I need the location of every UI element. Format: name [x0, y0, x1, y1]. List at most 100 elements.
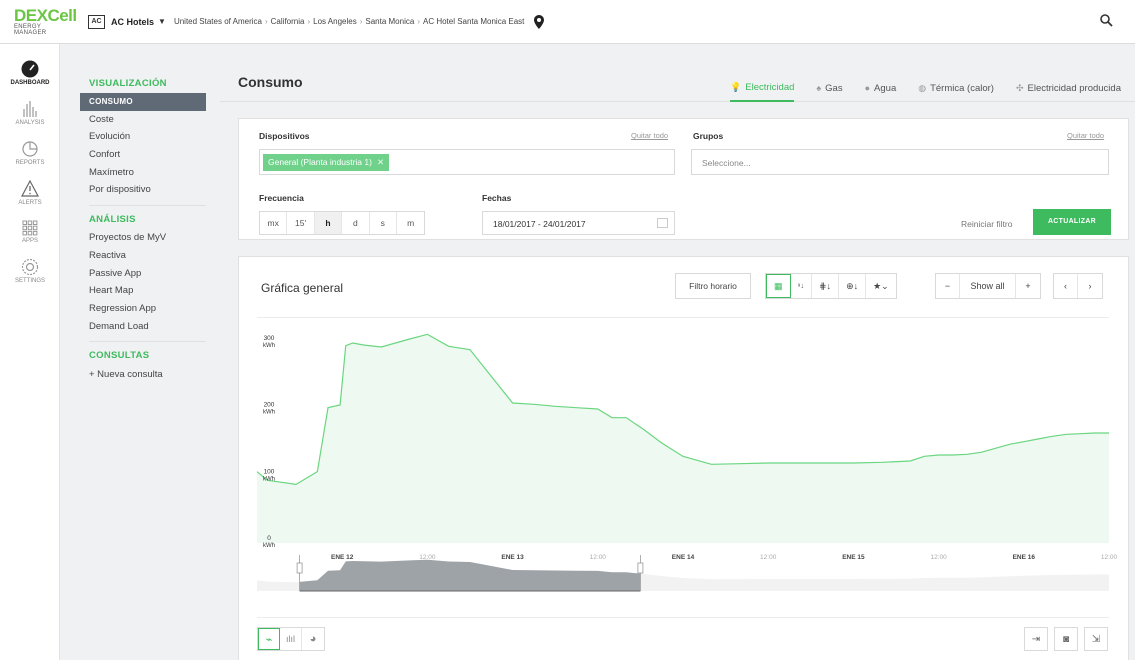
tab-electricidad[interactable]: 💡 Electricidad [730, 74, 795, 102]
rail-settings[interactable]: SETTINGS [0, 258, 60, 284]
heat-icon: ◍ [918, 82, 927, 93]
breadcrumb-item[interactable]: Los Angeles [313, 17, 357, 26]
rail-label: SETTINGS [14, 278, 45, 284]
update-button[interactable]: ACTUALIZAR [1033, 209, 1111, 235]
x-tick-label: ENE 13 [501, 554, 524, 561]
gear-icon [21, 258, 39, 276]
top-bar: DEXCell ENERGY MANAGER AC AC Hotels ▼ Un… [0, 0, 1135, 44]
dates-label: Fechas [482, 193, 512, 203]
rail-dashboard[interactable]: DASHBOARD [0, 60, 60, 86]
energy-tabs: 💡 Electricidad ♠ Gas ● Agua ◍ Térmica (calor… [708, 74, 1121, 102]
freq-option-m[interactable]: m [397, 212, 424, 234]
y-tick-unit: kWh [263, 476, 275, 482]
freq-option-mx[interactable]: mx [260, 212, 288, 234]
breadcrumb-item[interactable]: California [271, 17, 305, 26]
nav-section-analisis: ANÁLISIS [89, 214, 136, 226]
search-icon[interactable] [1100, 14, 1113, 27]
breadcrumb-separator: › [264, 17, 268, 26]
tab-termica[interactable]: ◍ Térmica (calor) [918, 74, 994, 102]
x-tick-label: ENE 15 [842, 554, 865, 561]
chart-panel: Gráfica general Filtro horario ▦ ⁹↓ ⋕↓ ⊕… [238, 256, 1129, 660]
tab-label: Gas [825, 82, 843, 94]
nav-item-reactiva[interactable]: Reactiva [80, 247, 206, 265]
nav-section-visualizacion: VISUALIZACIÓN [89, 78, 167, 89]
freq-option-h[interactable]: h [314, 212, 343, 234]
breadcrumb-item[interactable]: United States of America [174, 17, 262, 26]
breadcrumb-item[interactable]: AC Hotel Santa Monica East [423, 17, 524, 26]
consumption-chart[interactable]: 0kWh100kWh200kWh300kWhENE 12 12:00 ENE 13 1… [239, 257, 1130, 617]
tab-electricidad-producida[interactable]: ✣ Electricidad producida [1016, 74, 1121, 102]
location-pin-icon[interactable] [534, 14, 545, 29]
navigator-handle-right[interactable] [637, 562, 644, 574]
y-tick-label: 300 [264, 335, 275, 342]
devices-clear-link[interactable]: Quitar todo [631, 131, 668, 140]
rail-alerts[interactable]: ALERTS [0, 180, 60, 206]
chart-type-selector: ⌁ ılıl ◕ [257, 627, 325, 651]
date-range-input[interactable]: 18/01/2017 - 24/01/2017 [482, 211, 675, 235]
tab-gas[interactable]: ♠ Gas [816, 74, 842, 102]
nav-item-demand-load[interactable]: Demand Load [80, 318, 206, 336]
nav-item-passive-app[interactable]: Passive App [80, 265, 206, 283]
close-icon[interactable]: ✕ [377, 157, 384, 167]
x-tick-label: ENE 14 [672, 554, 695, 561]
nav-item-heart-map[interactable]: Heart Map [80, 282, 206, 300]
freq-option-15[interactable]: 15' [287, 212, 315, 234]
x-tick-label: ENE 12 [331, 554, 354, 561]
groups-label: Grupos [693, 131, 724, 141]
breadcrumb: United States of America › California › Los … [174, 17, 524, 26]
device-tag[interactable]: General (Planta industria 1) ✕ [263, 154, 390, 171]
gauge-icon [21, 60, 39, 78]
rail-apps[interactable]: APPS [0, 220, 60, 244]
bars-icon [23, 101, 37, 117]
groups-select[interactable]: Seleccione... [691, 149, 1109, 175]
nav-section-consultas: CONSULTAS [89, 350, 150, 362]
app-logo[interactable]: DEXCell ENERGY MANAGER [0, 7, 77, 36]
client-logo: AC [88, 14, 105, 29]
nav-item-maximetro[interactable]: Maxímetro [80, 164, 206, 182]
x-tick-label: ENE 16 [1013, 554, 1036, 561]
pie-icon [22, 141, 38, 157]
y-tick-unit: kWh [263, 543, 275, 549]
nav-item-confort[interactable]: Confort [80, 146, 206, 164]
client-selector[interactable]: AC Hotels [111, 17, 154, 27]
tab-label: Electricidad producida [1027, 82, 1121, 94]
groups-clear-link[interactable]: Quitar todo [1067, 131, 1104, 140]
reset-filter-link[interactable]: Reiniciar filtro [961, 219, 1013, 229]
nav-item-proyectos[interactable]: Proyectos de MyV [80, 229, 206, 247]
rail-label: APPS [21, 238, 38, 244]
divider [257, 617, 1109, 618]
nav-item-consumo[interactable]: CONSUMO [80, 93, 206, 111]
page-header: Consumo 💡 Electricidad ♠ Gas ● Agua ◍ Térmic… [220, 44, 1135, 102]
rail-analysis[interactable]: ANALYSIS [0, 100, 60, 126]
freq-option-d[interactable]: d [342, 212, 370, 234]
nav-item-evolucion[interactable]: Evolución [80, 128, 206, 146]
new-query-link[interactable]: + Nueva consulta [80, 365, 206, 384]
y-tick-label: 100 [264, 468, 275, 475]
download-icon[interactable]: ⇲ [1084, 627, 1108, 651]
freq-option-s[interactable]: s [370, 212, 397, 234]
calendar-icon[interactable] [657, 218, 668, 228]
series-area [257, 334, 1109, 543]
export-icon[interactable]: ⇥ [1024, 627, 1048, 651]
pie-chart-icon[interactable]: ◕ [302, 628, 324, 650]
navigator-handle-left[interactable] [296, 562, 303, 574]
chevron-down-icon[interactable]: ▼ [158, 17, 166, 26]
flame-icon: ♠ [816, 83, 822, 93]
rail-label: ANALYSIS [15, 120, 45, 126]
bar-chart-icon[interactable]: ılıl [280, 628, 302, 650]
rail-reports[interactable]: REPORTS [0, 140, 60, 166]
nav-item-por-dispositivo[interactable]: Por dispositivo [80, 181, 206, 199]
camera-icon[interactable]: ◙ [1054, 627, 1078, 651]
frequency-selector: mx 15' h d s m [259, 211, 426, 235]
nav-item-coste[interactable]: Coste [80, 111, 206, 129]
breadcrumb-item[interactable]: Santa Monica [365, 17, 414, 26]
logo-text: DEXCell [14, 6, 77, 25]
grid-icon [22, 220, 38, 236]
drop-icon: ● [864, 83, 871, 93]
line-chart-icon[interactable]: ⌁ [258, 628, 280, 650]
date-range-value: 18/01/2017 - 24/01/2017 [493, 219, 586, 229]
section-nav: VISUALIZACIÓN CONSUMO Coste Evolución Co… [80, 44, 206, 384]
devices-field[interactable]: General (Planta industria 1) ✕ [259, 149, 675, 175]
nav-item-regression-app[interactable]: Regression App [80, 300, 206, 318]
tab-agua[interactable]: ● Agua [865, 74, 897, 102]
